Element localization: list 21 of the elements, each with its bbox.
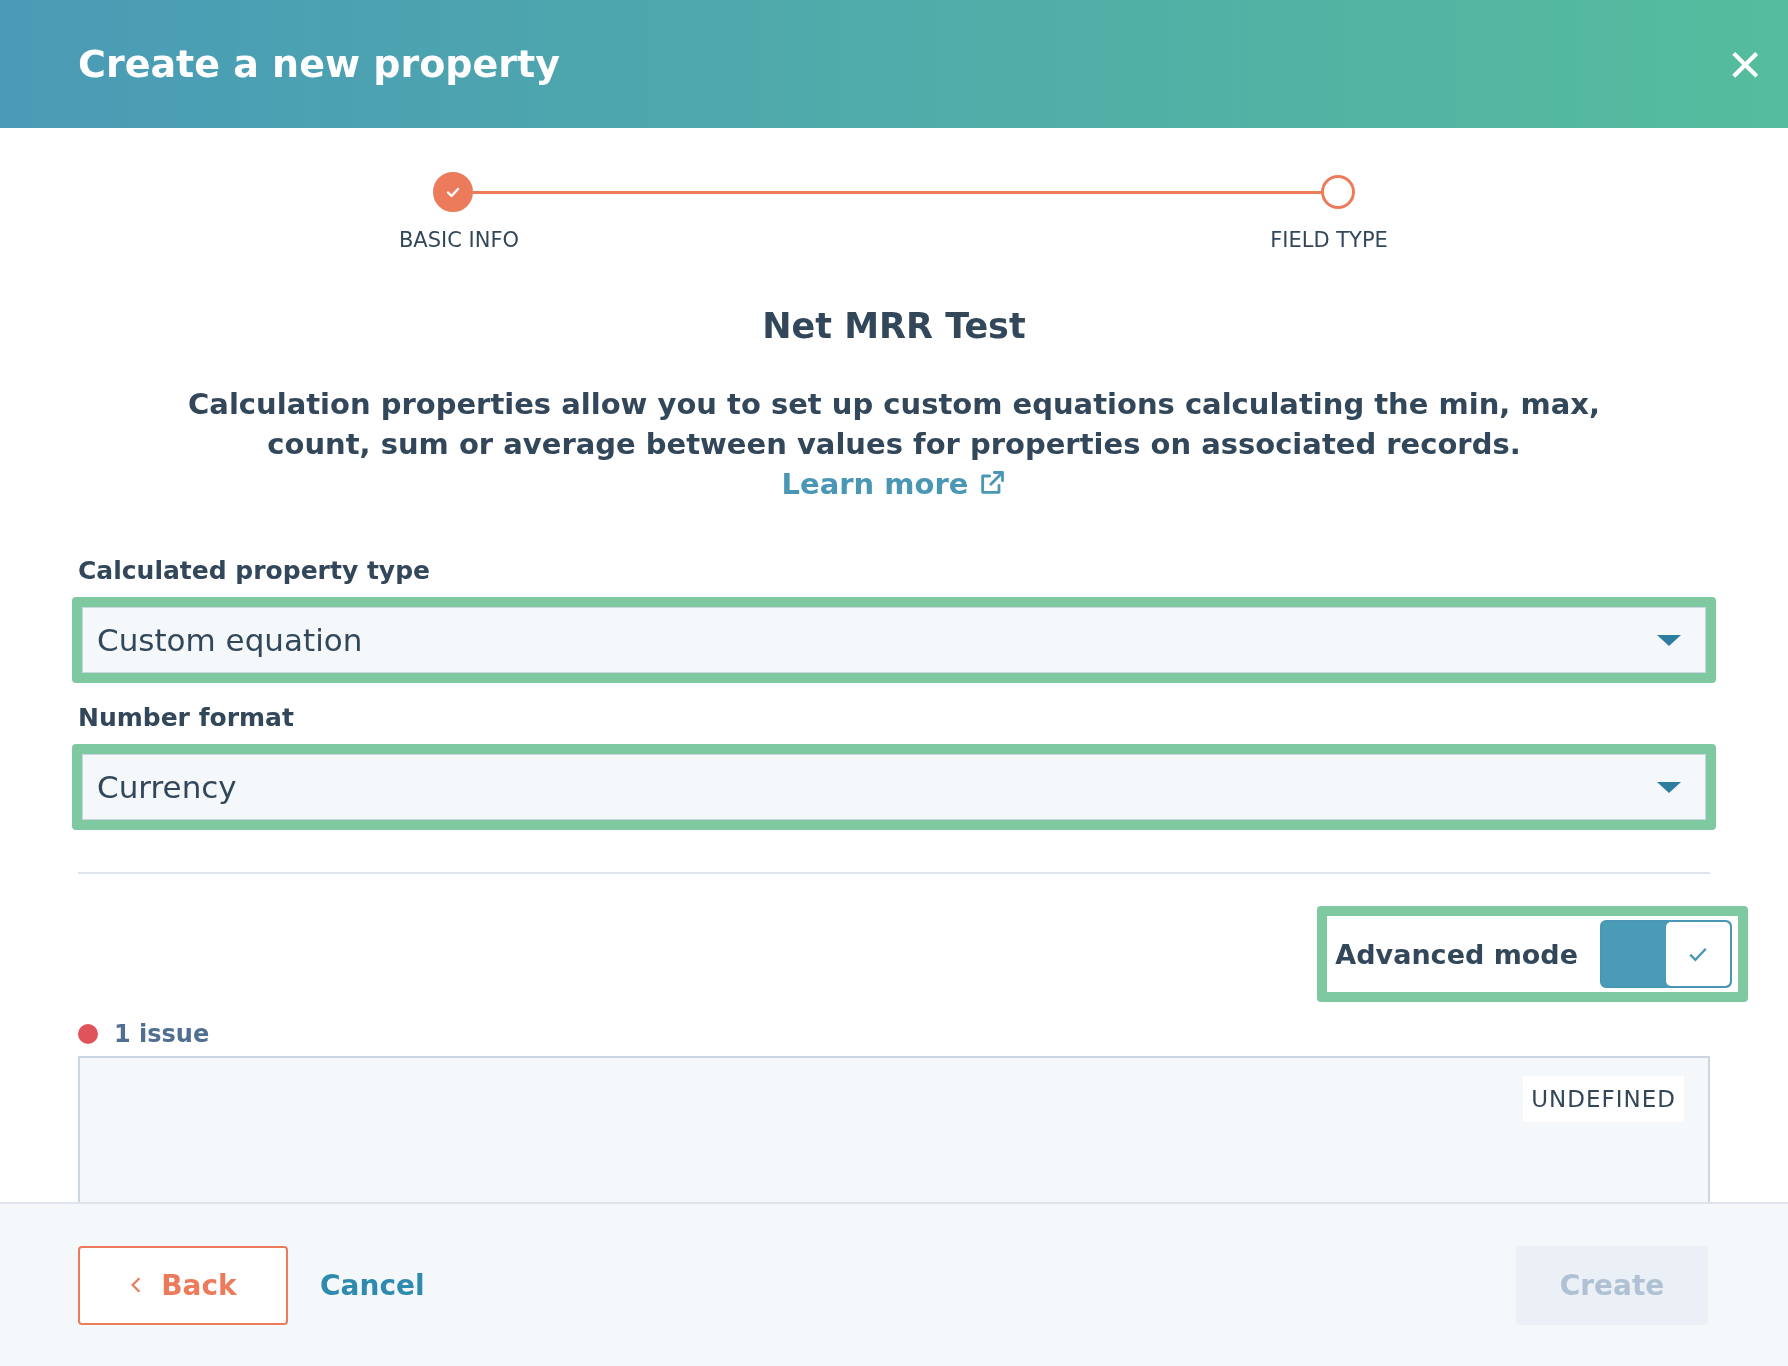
back-button[interactable]: Back xyxy=(78,1245,288,1325)
field-label: Number format xyxy=(78,703,295,732)
caret-icon xyxy=(1657,781,1681,793)
field-label: Calculated property type xyxy=(78,556,431,585)
dialog-title: Create a new property xyxy=(78,42,561,86)
step-label: BASIC INFO xyxy=(397,228,521,252)
issue-count: 1 issue xyxy=(114,1020,210,1048)
caret-icon xyxy=(1657,634,1681,646)
type-badge: UNDEFINED xyxy=(1523,1076,1684,1122)
dropdown-field[interactable]: Custom equation xyxy=(82,607,1706,673)
close-button[interactable]: × xyxy=(1728,35,1762,93)
learn-more-link[interactable]: Learn more xyxy=(781,467,1007,501)
external-link-icon xyxy=(978,469,1007,497)
dropdown-field[interactable]: Currency xyxy=(82,754,1706,820)
step-label: FIELD TYPE xyxy=(1269,228,1389,252)
equation-editor[interactable]: UNDEFINED xyxy=(78,1056,1710,1202)
cancel-button[interactable]: Cancel xyxy=(314,1267,431,1303)
toggle-switch[interactable] xyxy=(1600,920,1732,988)
section-heading: Net MRR Test xyxy=(761,306,1027,346)
toggle-label: Advanced mode xyxy=(1335,938,1578,970)
description-text: Calculation properties allow you to set up custom equations calculating the min, max, count, sum or average between values for properties on associated records. Learn more xyxy=(188,386,1600,503)
